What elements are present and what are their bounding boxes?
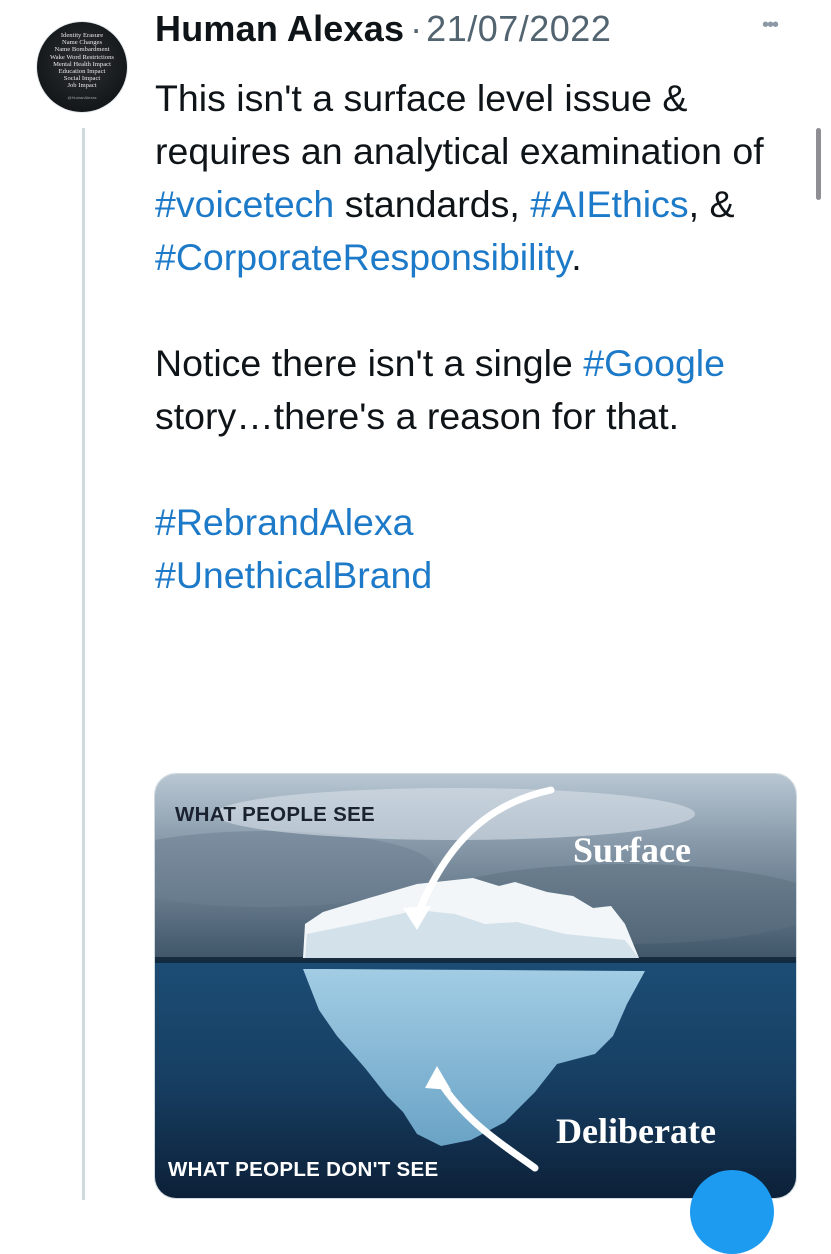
tweet-hashtag-block: #RebrandAlexa #UnethicalBrand: [155, 496, 805, 602]
hashtag-link[interactable]: #RebrandAlexa: [155, 501, 414, 543]
scrollbar-thumb[interactable]: [816, 128, 821, 200]
avatar-handle: @HumanAlexas: [67, 95, 97, 100]
caption-what-people-dont-see: WHAT PEOPLE DON'T SEE: [168, 1158, 439, 1181]
caption-what-people-see: WHAT PEOPLE SEE: [175, 803, 376, 826]
more-horizontal-icon[interactable]: •••: [762, 14, 779, 37]
hashtag-link[interactable]: #Google: [583, 342, 725, 384]
hashtag-link[interactable]: #CorporateResponsibility: [155, 236, 571, 278]
compose-tweet-button[interactable]: [690, 1170, 774, 1254]
surface-label: Surface: [573, 830, 691, 870]
hashtag-link[interactable]: #voicetech: [155, 183, 334, 225]
tweet-paragraph-2: Notice there isn't a single #Google stor…: [155, 342, 725, 437]
tweet-body: This isn't a surface level issue & requi…: [155, 72, 805, 602]
deliberate-label: Deliberate: [556, 1111, 716, 1151]
tweet-header: Human Alexas · 21/07/2022: [155, 8, 611, 60]
tweet-media-image[interactable]: WHAT PEOPLE SEE Surface Deliberate WHAT …: [154, 773, 797, 1199]
avatar[interactable]: Identity Erasure Name Changes Name Bomba…: [37, 22, 127, 112]
tweet-date[interactable]: 21/07/2022: [426, 8, 611, 50]
thread-connector-line: [82, 128, 85, 1200]
hashtag-link[interactable]: #UnethicalBrand: [155, 554, 432, 596]
avatar-text: Identity Erasure Name Changes Name Bomba…: [49, 32, 114, 90]
hashtag-link[interactable]: #AIEthics: [530, 183, 688, 225]
header-separator: ·: [410, 8, 423, 49]
tweet-paragraph-1: This isn't a surface level issue & requi…: [155, 77, 764, 278]
author-name[interactable]: Human Alexas: [155, 8, 404, 50]
